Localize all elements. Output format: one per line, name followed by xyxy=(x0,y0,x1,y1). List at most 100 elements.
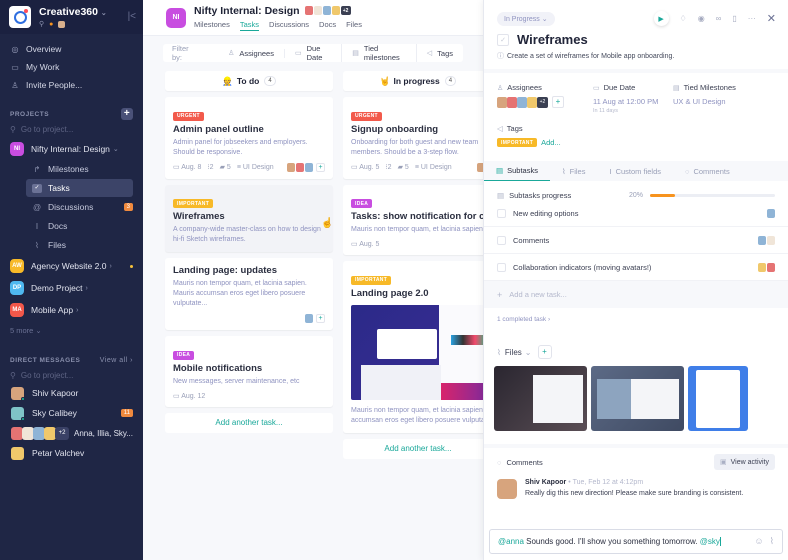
completed-tasks-toggle[interactable]: 1 completed task › xyxy=(484,308,788,331)
search-icon: ⚲ xyxy=(10,370,16,380)
comment-icon: ▰ xyxy=(397,164,403,171)
project-nifty-internal[interactable]: NI Nifty Internal: Design ⌄ xyxy=(0,139,143,159)
tab-milestones[interactable]: Milestones xyxy=(194,20,230,31)
landing-page-preview-image[interactable] xyxy=(351,304,485,400)
calendar-icon: ▭ xyxy=(294,50,302,57)
tag-important[interactable]: IMPORTANT xyxy=(497,138,538,147)
project-header: NI Nifty Internal: Design +2 Milestones … xyxy=(143,0,483,36)
add-subtask-input[interactable]: + Add a new task... xyxy=(484,281,788,308)
avatar xyxy=(305,162,313,172)
add-tag-button[interactable]: Add... xyxy=(541,138,561,147)
user-avatar[interactable] xyxy=(58,20,66,28)
add-user-icon: ♙ xyxy=(11,80,19,90)
task-title[interactable]: Wireframes xyxy=(517,32,588,47)
project-agency-website[interactable]: AW Agency Website 2.0 › xyxy=(0,256,143,276)
project-avatar: NI xyxy=(10,142,24,156)
dm-petar-valchev[interactable]: Petar Valchev xyxy=(0,443,143,463)
chevron-down-icon[interactable]: ⌄ xyxy=(525,348,532,357)
nav-my-work[interactable]: ▭ My Work xyxy=(0,58,143,76)
task-card[interactable]: URGENT Signup onboarding Onboarding for … xyxy=(343,97,493,179)
task-card[interactable]: Landing page: updates Mauris non tempor … xyxy=(165,258,333,330)
trash-icon[interactable]: ▯ xyxy=(732,14,736,23)
calendar-icon: ▭ xyxy=(351,241,358,248)
close-icon[interactable]: ✕ xyxy=(767,12,776,25)
workspace-name[interactable]: Creative360 ⌄ xyxy=(39,6,107,18)
view-activity-button[interactable]: ▣ View activity xyxy=(713,454,775,470)
tab-discussions[interactable]: Discussions xyxy=(269,20,309,31)
file-thumbnail[interactable] xyxy=(494,366,587,431)
bell-icon[interactable]: ♢ xyxy=(680,14,687,23)
link-icon[interactable]: ∞ xyxy=(716,14,722,23)
notification-icon[interactable]: ● xyxy=(49,21,53,28)
filter-assignees[interactable]: ♙ Assignees xyxy=(218,48,285,58)
status-dropdown[interactable]: In Progress ⌄ xyxy=(497,11,555,26)
filter-tied-milestones[interactable]: ▤ Tied milestones xyxy=(342,44,417,62)
project-demo-project[interactable]: DP Demo Project › xyxy=(0,278,143,298)
subtask-row[interactable]: Comments xyxy=(484,227,788,254)
task-description[interactable]: Create a set of wireframes for Mobile ap… xyxy=(507,53,674,60)
add-task-button[interactable]: Add another task... xyxy=(165,412,333,433)
subtask-row[interactable]: New editing options xyxy=(484,200,788,227)
task-card[interactable]: IMPORTANT Wireframes A company-wide mast… xyxy=(165,184,333,252)
dm-search[interactable]: ⚲ Go to project... xyxy=(0,367,143,383)
add-assignee-button[interactable]: + xyxy=(316,162,325,172)
file-thumbnail[interactable] xyxy=(688,366,748,431)
project-search[interactable]: ⚲ Go to project... xyxy=(0,121,143,137)
view-all-link[interactable]: View all › xyxy=(100,357,133,364)
start-timer-button[interactable]: ▶ xyxy=(653,11,669,26)
subtask-row[interactable]: Collaboration indicators (moving avatars… xyxy=(484,254,788,281)
comment-author[interactable]: Shiv Kapoor xyxy=(525,479,566,486)
more-icon[interactable]: ··· xyxy=(748,14,756,23)
dm-group[interactable]: +2 Anna, Illia, Sky... xyxy=(0,423,143,443)
complete-checkbox[interactable]: ✓ xyxy=(497,33,509,46)
docs-icon: I xyxy=(35,221,39,231)
more-assignees[interactable]: +2 xyxy=(537,96,548,108)
workspace-logo[interactable] xyxy=(9,6,31,28)
subtask-checkbox[interactable] xyxy=(497,262,506,272)
subnav-docs[interactable]: I Docs xyxy=(26,217,133,235)
due-date-field[interactable]: ▭ Due Date 11 Aug at 12:00 PM In 11 days xyxy=(593,83,663,114)
tab-files[interactable]: ⌇ Files xyxy=(550,161,598,181)
add-file-button[interactable]: + xyxy=(537,345,552,359)
add-project-button[interactable]: + xyxy=(121,108,133,120)
attach-icon[interactable]: ⌇ xyxy=(770,536,774,547)
nav-overview[interactable]: ◎ Overview xyxy=(0,40,143,58)
dm-shiv-kapoor[interactable]: Shiv Kapoor xyxy=(0,383,143,403)
add-assignee-button[interactable]: + xyxy=(316,314,325,323)
task-card[interactable]: IDEA Tasks: show notification for comm M… xyxy=(343,184,493,255)
task-card[interactable]: IDEA Mobile notifications New messages, … xyxy=(165,336,333,407)
task-card[interactable]: URGENT Admin panel outline Admin panel f… xyxy=(165,97,333,179)
eye-icon[interactable]: ◉ xyxy=(698,14,705,23)
filter-due-date[interactable]: ▭ Due Date xyxy=(285,44,343,62)
filter-tags[interactable]: ◁ Tags xyxy=(417,49,463,58)
subnav-tasks[interactable]: ✓ Tasks xyxy=(26,179,133,197)
subtask-checkbox[interactable] xyxy=(497,208,506,218)
milestone-icon: ▤ xyxy=(352,50,359,57)
tab-comments[interactable]: ◌ Comments xyxy=(673,161,742,181)
project-mobile-app[interactable]: MA Mobile App › xyxy=(0,300,143,320)
file-thumbnail[interactable] xyxy=(591,366,684,431)
check-icon: ✓ xyxy=(32,183,42,193)
tab-docs[interactable]: Docs xyxy=(319,20,336,31)
subnav-discussions[interactable]: @ Discussions 3 xyxy=(26,198,133,216)
dm-sky-calibey[interactable]: Sky Calibey 11 xyxy=(0,403,143,423)
subnav-files[interactable]: ⌇ Files xyxy=(26,236,133,254)
tab-files[interactable]: Files xyxy=(346,20,362,31)
tab-tasks[interactable]: Tasks xyxy=(239,20,260,31)
emoji-icon[interactable]: ☺ xyxy=(754,536,763,547)
search-icon[interactable]: ⚲ xyxy=(39,20,44,28)
collapse-sidebar-icon[interactable]: |< xyxy=(128,11,136,22)
subnav-milestones[interactable]: ↱ Milestones xyxy=(26,160,133,178)
add-task-button[interactable]: Add another task... xyxy=(343,438,493,459)
tag-idea: IDEA xyxy=(351,199,373,208)
comment-input[interactable]: @anna Sounds good. I'll show you somethi… xyxy=(489,529,783,554)
add-assignee-button[interactable]: + xyxy=(552,96,564,108)
task-card[interactable]: IMPORTANT Landing page 2.0 Mauris non te… xyxy=(343,261,493,433)
member-avatars[interactable]: +2 xyxy=(304,6,352,15)
more-projects-button[interactable]: 5 more ⌄ xyxy=(0,326,143,335)
milestone-field[interactable]: ▤ Tied Milestones UX & UI Design xyxy=(673,83,736,114)
tab-custom-fields[interactable]: I Custom fields xyxy=(597,161,673,181)
subtask-checkbox[interactable] xyxy=(497,235,506,245)
tab-subtasks[interactable]: ▤ Subtasks xyxy=(484,161,550,181)
nav-invite-people[interactable]: ♙ Invite People... xyxy=(0,76,143,94)
